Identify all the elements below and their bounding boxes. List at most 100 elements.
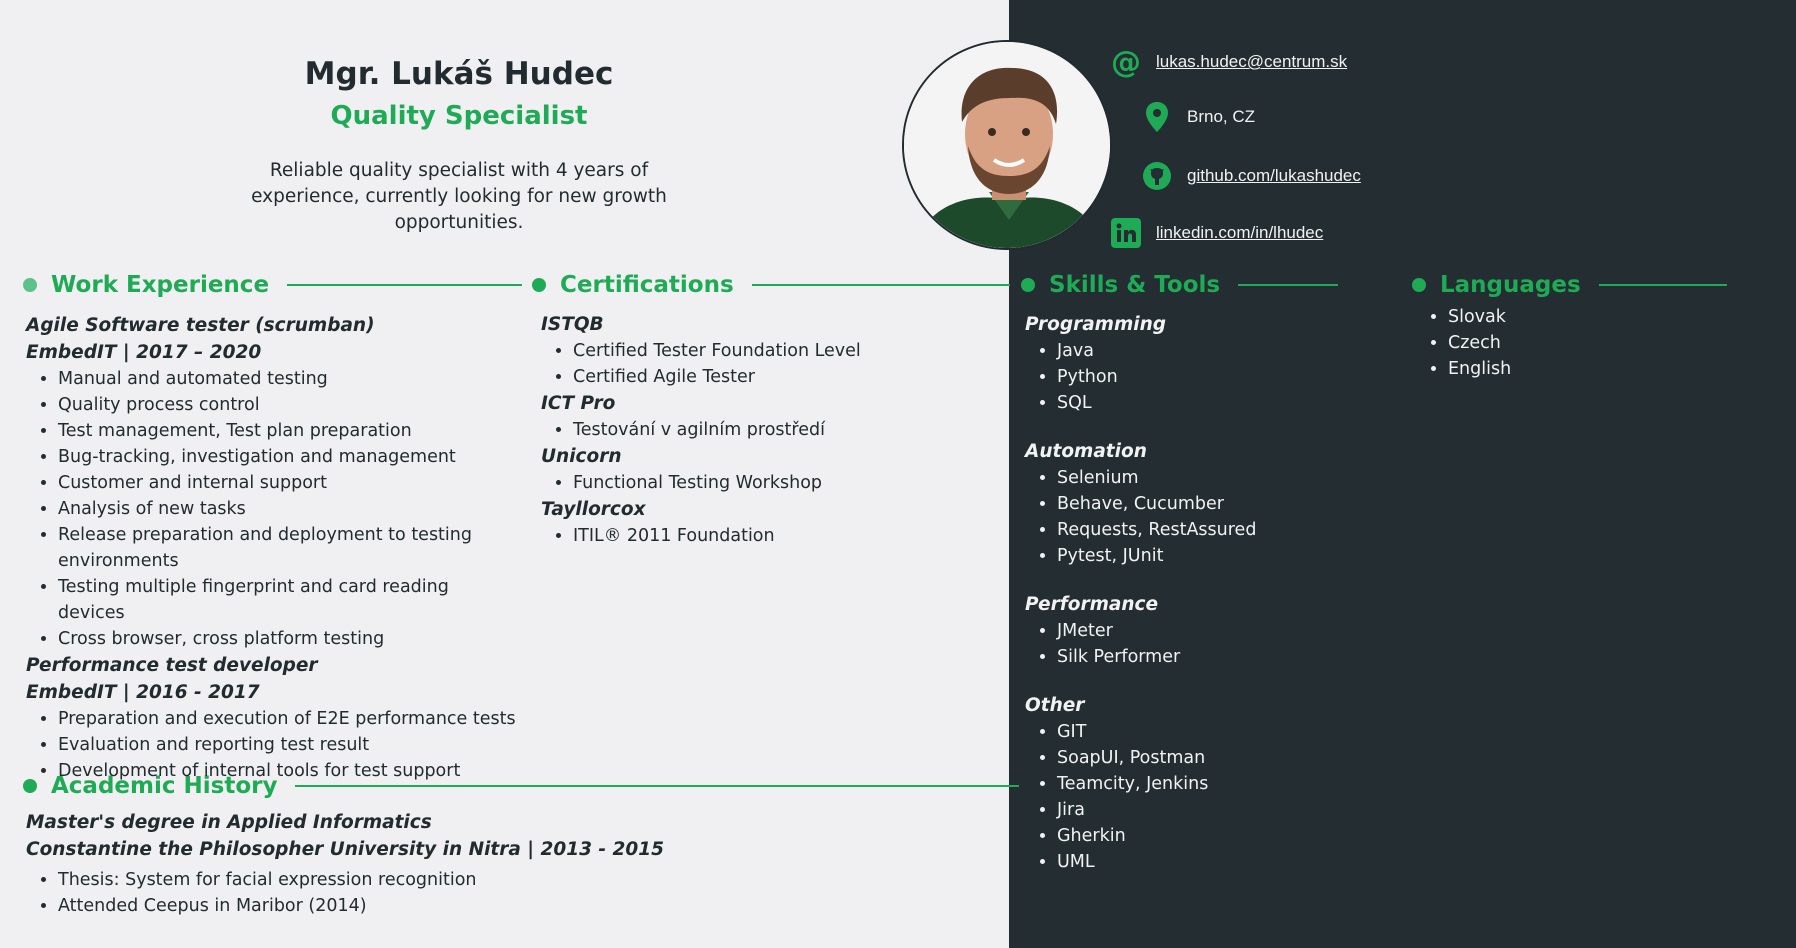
- cert-issuer: ISTQB: [541, 314, 604, 335]
- contact-linkedin: linkedin.com/in/lhudec: [1110, 217, 1323, 249]
- section-divider: [1598, 284, 1727, 286]
- list-item: Bug-tracking, investigation and manageme…: [58, 444, 516, 470]
- job-entry: Performance test developer EmbedIT | 201…: [26, 652, 516, 784]
- list-item: Analysis of new tasks: [58, 496, 516, 522]
- list-item: Behave, Cucumber: [1057, 491, 1355, 517]
- list-item: SQL: [1057, 390, 1355, 416]
- list-item: Teamcity, Jenkins: [1057, 771, 1355, 797]
- list-item: Release preparation and deployment to te…: [58, 522, 516, 574]
- section-title: Skills & Tools: [1049, 272, 1221, 298]
- skill-items: Java Python SQL: [1025, 338, 1355, 416]
- list-item: UML: [1057, 849, 1355, 875]
- section-divider: [295, 785, 1020, 787]
- location-text: Brno, CZ: [1187, 107, 1256, 126]
- job-role: Agile Software tester (scrumban): [26, 315, 375, 336]
- list-item: ITIL® 2011 Foundation: [573, 523, 981, 549]
- list-item: Certified Tester Foundation Level: [573, 338, 981, 364]
- list-item: SoapUI, Postman: [1057, 745, 1355, 771]
- full-name: Mgr. Lukáš Hudec: [304, 56, 614, 92]
- job-company: EmbedIT | 2016 - 2017: [26, 682, 260, 703]
- section-title: Languages: [1440, 272, 1581, 298]
- section-work-experience: Work Experience: [23, 270, 523, 300]
- list-item: Thesis: System for facial expression rec…: [58, 867, 926, 893]
- skill-category: Performance: [1025, 594, 1159, 615]
- contact-location: Brno, CZ: [1141, 101, 1255, 133]
- work-experience-list: Agile Software tester (scrumban) EmbedIT…: [26, 312, 516, 784]
- list-item: Selenium: [1057, 465, 1355, 491]
- cert-issuer: ICT Pro: [541, 393, 616, 414]
- section-certifications: Certifications: [532, 270, 1010, 300]
- list-item: Python: [1057, 364, 1355, 390]
- list-item: Pytest, JUnit: [1057, 543, 1355, 569]
- linkedin-icon: [1110, 217, 1142, 249]
- list-item: Cross browser, cross platform testing: [58, 626, 516, 652]
- list-item: English: [1448, 356, 1716, 382]
- skill-items: GIT SoapUI, Postman Teamcity, Jenkins Ji…: [1025, 719, 1355, 875]
- person-portrait-icon: [904, 42, 1110, 248]
- linkedin-link[interactable]: linkedin.com/in/lhudec: [1156, 223, 1323, 243]
- cert-items: Certified Tester Foundation Level Certif…: [541, 338, 981, 390]
- bullet-dot-icon: [532, 278, 546, 292]
- location-pin-icon: [1141, 101, 1173, 133]
- github-icon: [1141, 160, 1173, 192]
- job-duties: Preparation and execution of E2E perform…: [26, 706, 516, 784]
- languages-list: Slovak Czech English: [1416, 304, 1716, 382]
- list-item: Preparation and execution of E2E perform…: [58, 706, 516, 732]
- list-item: Development of internal tools for test s…: [58, 758, 516, 784]
- list-item: Slovak: [1448, 304, 1716, 330]
- section-divider: [1238, 284, 1339, 286]
- skill-category: Other: [1025, 695, 1085, 716]
- cert-items: Testování v agilním prostředí: [541, 417, 981, 443]
- skill-category: Programming: [1025, 314, 1166, 335]
- profile-photo: [902, 40, 1112, 250]
- at-sign-icon: @: [1111, 44, 1141, 80]
- list-item: Quality process control: [58, 392, 516, 418]
- cert-items: Functional Testing Workshop: [541, 470, 981, 496]
- list-item: Jira: [1057, 797, 1355, 823]
- skills-list: Programming Java Python SQL Automation S…: [1025, 311, 1355, 875]
- profile-summary: Reliable quality specialist with 4 years…: [251, 160, 667, 233]
- github-link[interactable]: github.com/lukashudec: [1187, 166, 1361, 186]
- language-items: Slovak Czech English: [1416, 304, 1716, 382]
- list-item: Testing multiple fingerprint and card re…: [58, 574, 516, 626]
- list-item: Evaluation and reporting test result: [58, 732, 516, 758]
- contact-github: github.com/lukashudec: [1141, 160, 1361, 192]
- list-item: Silk Performer: [1057, 644, 1355, 670]
- section-divider: [751, 284, 1010, 286]
- cert-issuer: Unicorn: [541, 446, 622, 467]
- list-item: Manual and automated testing: [58, 366, 516, 392]
- cert-items: ITIL® 2011 Foundation: [541, 523, 981, 549]
- job-duties: Manual and automated testing Quality pro…: [26, 366, 516, 652]
- list-item: JMeter: [1057, 618, 1355, 644]
- certifications-list: ISTQB Certified Tester Foundation Level …: [541, 311, 981, 549]
- academic-items: Thesis: System for facial expression rec…: [26, 867, 926, 919]
- list-item: Czech: [1448, 330, 1716, 356]
- school: Constantine the Philosopher University i…: [26, 839, 665, 860]
- email-link[interactable]: lukas.hudec@centrum.sk: [1156, 52, 1347, 72]
- list-item: GIT: [1057, 719, 1355, 745]
- skill-category: Automation: [1025, 441, 1147, 462]
- contact-email: @ lukas.hudec@centrum.sk: [1110, 44, 1347, 80]
- section-skills-tools: Skills & Tools: [1021, 270, 1339, 300]
- section-title: Certifications: [560, 272, 734, 298]
- list-item: Customer and internal support: [58, 470, 516, 496]
- skill-items: Selenium Behave, Cucumber Requests, Rest…: [1025, 465, 1355, 569]
- job-role: Performance test developer: [26, 655, 318, 676]
- job-title: Quality Specialist: [330, 101, 588, 131]
- skill-items: JMeter Silk Performer: [1025, 618, 1355, 670]
- job-entry: Agile Software tester (scrumban) EmbedIT…: [26, 312, 516, 652]
- list-item: Gherkin: [1057, 823, 1355, 849]
- section-divider: [287, 284, 523, 286]
- job-company: EmbedIT | 2017 – 2020: [26, 342, 262, 363]
- list-item: Test management, Test plan preparation: [58, 418, 516, 444]
- degree: Master's degree in Applied Informatics: [26, 812, 432, 833]
- list-item: Requests, RestAssured: [1057, 517, 1355, 543]
- list-item: Java: [1057, 338, 1355, 364]
- bullet-dot-icon: [1021, 278, 1035, 292]
- section-languages: Languages: [1412, 270, 1727, 300]
- list-item: Functional Testing Workshop: [573, 470, 981, 496]
- list-item: Attended Ceepus in Maribor (2014): [58, 893, 926, 919]
- list-item: Testování v agilním prostředí: [573, 417, 981, 443]
- academic-entry: Master's degree in Applied Informatics C…: [26, 809, 926, 919]
- cert-issuer: Tayllorcox: [541, 499, 646, 520]
